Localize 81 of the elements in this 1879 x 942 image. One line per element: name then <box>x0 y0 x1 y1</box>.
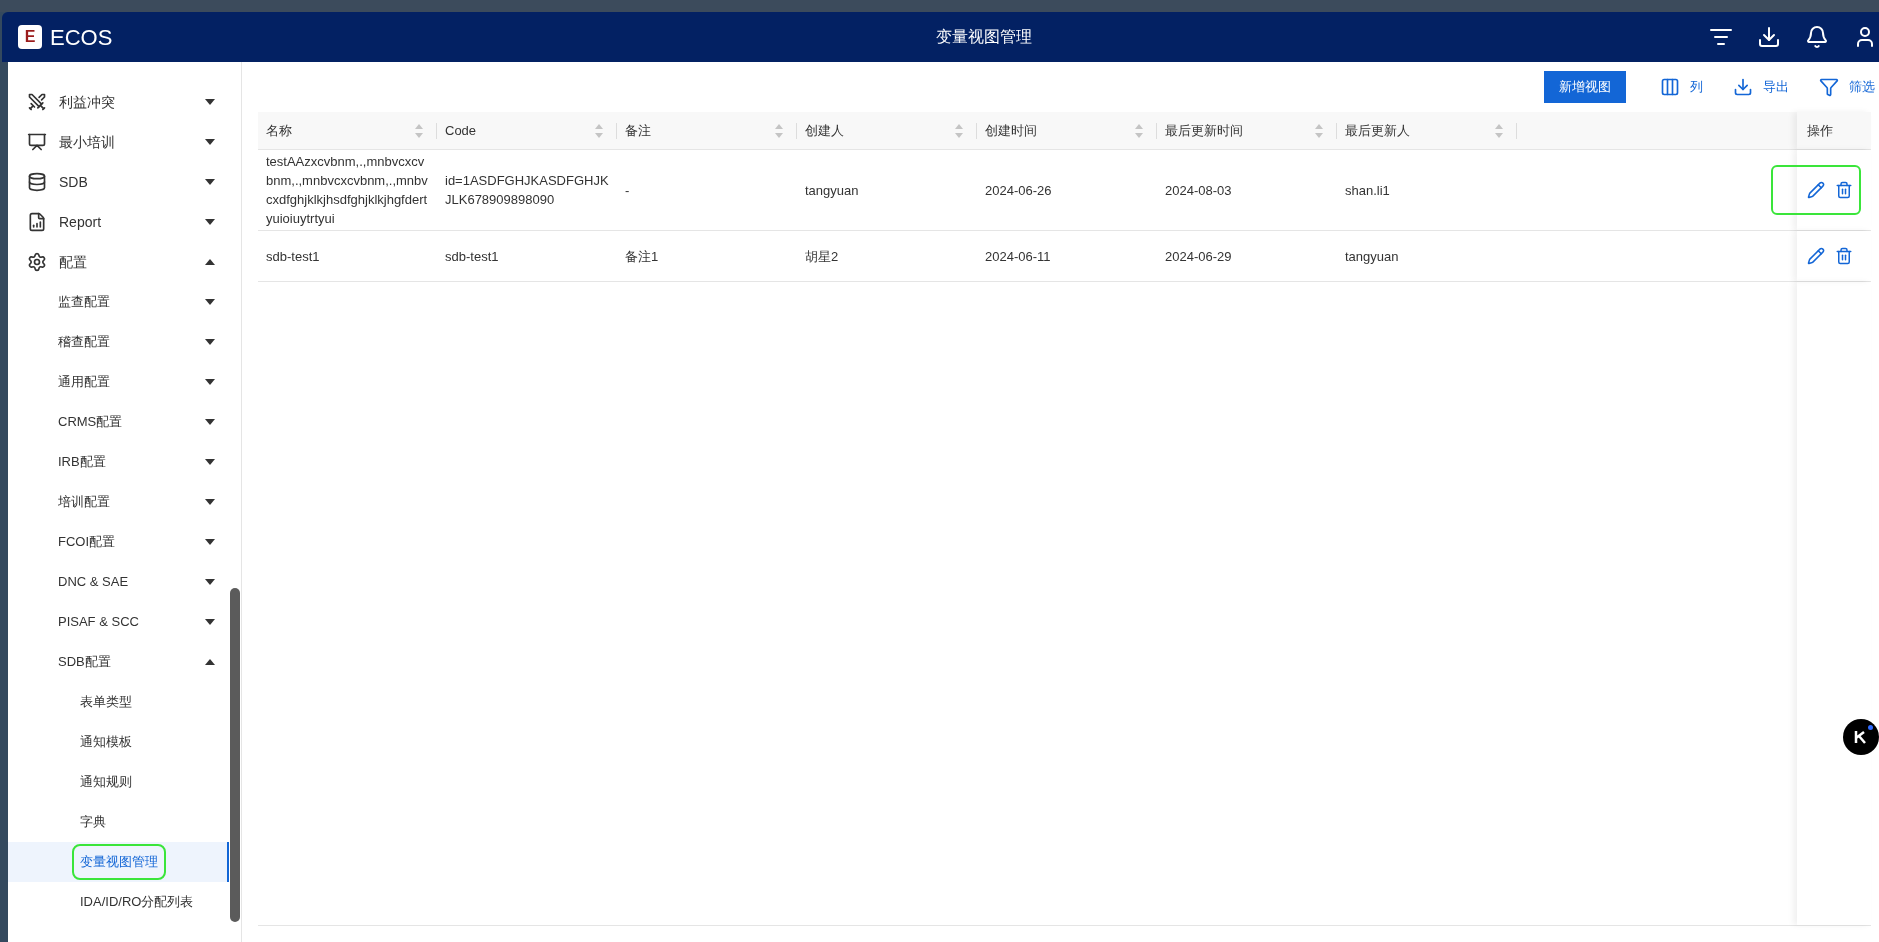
sidebar-item[interactable]: PISAF & SCC <box>8 602 230 642</box>
caret-icon <box>205 99 216 105</box>
filter-icon <box>1819 77 1839 97</box>
column-header[interactable]: 最后更新时间 <box>1157 112 1337 149</box>
table-cell-text: 2024-06-29 <box>1164 247 1233 266</box>
toolbar-button[interactable]: 列 <box>1660 77 1703 97</box>
caret-icon <box>205 539 216 545</box>
app-name: ECOS <box>50 23 113 52</box>
delete-icon[interactable] <box>1835 247 1853 265</box>
caret-icon <box>205 219 216 225</box>
table-cell-text: 备注1 <box>624 247 660 266</box>
column-header[interactable]: 最后更新人 <box>1337 112 1517 149</box>
table-cell-text: shan.li1 <box>1344 181 1391 200</box>
caret-icon <box>205 499 216 505</box>
table-cell-text: sdb-test1 <box>265 247 321 266</box>
toolbar-button[interactable]: 导出 <box>1733 77 1789 97</box>
column-header[interactable]: 名称 <box>258 112 437 149</box>
swords-icon <box>27 92 47 112</box>
caret-icon <box>205 379 216 385</box>
board-icon <box>27 132 47 152</box>
sidebar-item[interactable]: SDB <box>8 162 230 202</box>
scrollbar[interactable] <box>230 588 240 922</box>
caret-icon <box>205 179 216 185</box>
notification-icon[interactable] <box>1805 25 1829 49</box>
table-cell-text: tangyuan <box>1344 247 1400 266</box>
caret-icon <box>205 419 216 425</box>
table-cell-text: tangyuan <box>804 181 860 200</box>
column-header[interactable]: 创建人 <box>797 112 977 149</box>
table-cell-text: 2024-08-03 <box>1164 181 1233 200</box>
download-icon[interactable] <box>1757 25 1781 49</box>
columns-icon <box>1660 77 1680 97</box>
sidebar-item[interactable]: 培训配置 <box>8 482 230 522</box>
download-icon <box>1733 77 1753 97</box>
table-cell-text: 2024-06-11 <box>984 247 1052 266</box>
caret-icon <box>205 619 216 625</box>
caret-icon <box>205 459 216 465</box>
table-cell-text: sdb-test1 <box>444 247 500 266</box>
table-cell-text: 2024-06-26 <box>984 181 1053 200</box>
column-header[interactable]: Code <box>437 112 617 149</box>
toolbar-button[interactable]: 筛选 <box>1819 77 1875 97</box>
sidebar-item[interactable]: DNC & SAE <box>8 562 230 602</box>
sidebar-item[interactable]: 稽查配置 <box>8 322 230 362</box>
sidebar-item[interactable]: 字典 <box>8 802 230 842</box>
sidebar-item[interactable]: 利益冲突 <box>8 82 230 122</box>
add-view-button[interactable]: 新增视图 <box>1544 71 1626 103</box>
sidebar-item[interactable]: 通知模板 <box>8 722 230 762</box>
database-icon <box>27 172 47 192</box>
gear-icon <box>27 252 47 272</box>
delete-icon[interactable] <box>1835 181 1853 199</box>
sidebar-item[interactable]: 配置 <box>8 242 230 282</box>
table-cell-text: - <box>624 181 631 200</box>
edit-icon[interactable] <box>1807 247 1825 265</box>
sidebar-item[interactable]: IRB配置 <box>8 442 230 482</box>
edit-icon[interactable] <box>1807 181 1825 199</box>
report-icon <box>27 212 47 232</box>
table-cell-text: id=1ASDFGHJKASDFGHJKJLK678909898090 <box>444 172 610 209</box>
sidebar-item[interactable]: 通知规则 <box>8 762 230 802</box>
caret-icon <box>205 139 216 145</box>
logo-icon: E <box>18 25 42 49</box>
sidebar-item[interactable]: FCOI配置 <box>8 522 230 562</box>
caret-icon <box>205 259 216 265</box>
sidebar-item[interactable]: CRMS配置 <box>8 402 230 442</box>
sidebar-item[interactable]: SDB配置 <box>8 642 230 682</box>
sidebar-item[interactable]: 最小培训 <box>8 122 230 162</box>
table-cell-text: testAAzxcvbnm,.,mnbvcxcvbnm,.,mnbvcxcvbnm,.,mnbvcxdfghjklkjhsdfghjklkjhgfdertyuioiuytrtyui <box>265 153 429 228</box>
caret-icon <box>205 659 216 665</box>
table-cell-text: 胡星2 <box>804 247 840 266</box>
sidebar-item[interactable]: IDA/ID/RO分配列表 <box>8 882 230 922</box>
sidebar-item[interactable]: 变量视图管理 <box>8 842 230 882</box>
assistant-icon[interactable] <box>1843 719 1879 755</box>
caret-icon <box>205 299 216 305</box>
column-header[interactable]: 备注 <box>617 112 797 149</box>
column-header[interactable]: 创建时间 <box>977 112 1157 149</box>
caret-icon <box>205 579 216 585</box>
sidebar-item[interactable]: Report <box>8 202 230 242</box>
page-title: 变量视图管理 <box>935 27 1032 47</box>
column-header: 操作 <box>1797 112 1871 149</box>
sidebar-item[interactable]: 监查配置 <box>8 282 230 322</box>
sidebar-item[interactable]: 表单类型 <box>8 682 230 722</box>
caret-icon <box>205 339 216 345</box>
sidebar-item[interactable]: 通用配置 <box>8 362 230 402</box>
